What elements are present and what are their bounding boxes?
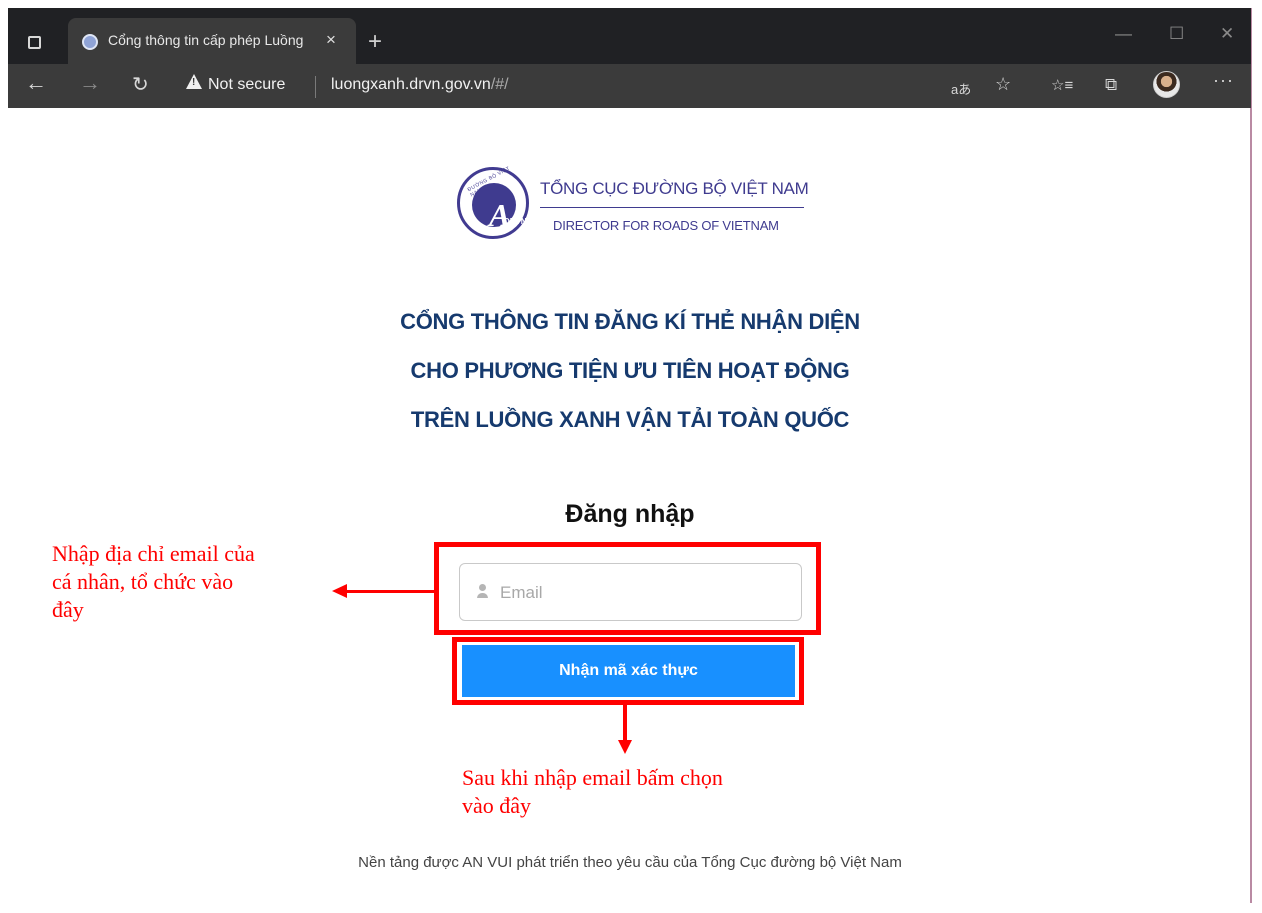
warning-icon-mark: !: [192, 77, 196, 88]
url-path: /#/: [490, 76, 509, 93]
collections-icon[interactable]: ⧉: [1105, 75, 1117, 95]
screenshot-top-margin: [0, 0, 1262, 8]
read-aloud-icon[interactable]: aあ: [951, 79, 971, 98]
email-annotation-line: đây: [52, 597, 84, 622]
maximize-icon[interactable]: ☐: [1169, 24, 1184, 44]
screenshot-right-margin: [1252, 0, 1262, 913]
title-bar: Cổng thông tin cấp phép Luồng × + — ☐ ✕: [8, 8, 1251, 64]
favorites-icon[interactable]: ☆≡: [1051, 76, 1073, 94]
logo-abbrev: DRVN: [504, 217, 527, 226]
button-arrow-shaft: [623, 705, 627, 745]
more-icon[interactable]: ···: [1213, 70, 1234, 91]
logo-emblem: A DRVN: [472, 183, 527, 233]
url-host: luongxanh.drvn.gov.vn: [331, 76, 491, 93]
organization-name: TỔNG CỤC ĐƯỜNG BỘ VIỆT NAM: [540, 179, 809, 198]
tab-title: Cổng thông tin cấp phép Luồng: [108, 32, 304, 48]
button-annotation: Sau khi nhập email bấm chọn vào đây: [462, 764, 723, 820]
login-title: Đăng nhập: [565, 500, 695, 528]
drvn-logo: ĐƯỜNG BỘ VIỆT NAM A DRVN: [457, 166, 529, 239]
email-annotation-line: Nhập địa chỉ email của: [52, 541, 255, 566]
button-highlight-box: [452, 637, 804, 705]
footer-note: Nền tảng được AN VUI phát triển theo yêu…: [358, 854, 902, 871]
address-bar[interactable]: luongxanh.drvn.gov.vn/#/: [331, 76, 509, 94]
button-annotation-line: vào đây: [462, 793, 532, 818]
button-annotation-line: Sau khi nhập email bấm chọn: [462, 765, 723, 790]
headline-line-3: TRÊN LUỒNG XANH VẬN TẢI TOÀN QUỐC: [410, 407, 850, 432]
email-arrow-head: [332, 584, 347, 598]
button-arrow-head: [618, 740, 632, 754]
forward-icon[interactable]: →: [79, 70, 101, 96]
email-annotation-line: cá nhân, tổ chức vào: [52, 569, 234, 594]
email-arrow-shaft: [346, 590, 434, 593]
headline-line-1: CỔNG THÔNG TIN ĐĂNG KÍ THẺ NHẬN DIỆN: [400, 309, 860, 334]
back-icon[interactable]: ←: [25, 70, 47, 96]
profile-avatar[interactable]: [1153, 71, 1180, 98]
address-separator: [315, 76, 316, 98]
email-highlight-box: [434, 542, 821, 635]
organization-divider: [540, 207, 804, 208]
logo-letter: A: [489, 197, 511, 233]
add-favorite-icon[interactable]: ☆: [995, 74, 1011, 95]
headline-line-2: CHO PHƯƠNG TIỆN ƯU TIÊN HOẠT ĐỘNG: [410, 358, 850, 383]
window-border: [1250, 8, 1252, 903]
minimize-icon[interactable]: —: [1115, 24, 1132, 44]
browser-tab[interactable]: Cổng thông tin cấp phép Luồng ×: [68, 18, 356, 64]
tab-close-icon[interactable]: ×: [326, 30, 336, 50]
new-tab-icon[interactable]: +: [368, 28, 382, 56]
security-status[interactable]: Not secure: [208, 76, 285, 94]
refresh-icon[interactable]: ↻: [132, 72, 149, 97]
organization-english-name: DIRECTOR FOR ROADS OF VIETNAM: [553, 218, 779, 233]
tab-actions-icon[interactable]: [28, 36, 41, 49]
site-favicon-icon: [82, 34, 98, 50]
email-annotation: Nhập địa chỉ email của cá nhân, tổ chức …: [52, 540, 255, 624]
close-window-icon[interactable]: ✕: [1220, 24, 1234, 44]
